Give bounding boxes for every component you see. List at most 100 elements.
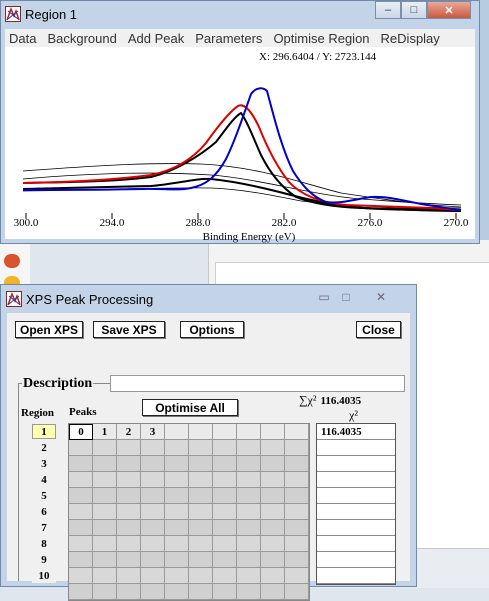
peak-cell[interactable] <box>141 568 165 584</box>
peak-cell[interactable] <box>237 584 261 600</box>
region-window-titlebar[interactable]: Region 1 – □ ✕ <box>1 1 479 29</box>
peak-cell[interactable] <box>213 504 237 520</box>
peak-cell[interactable] <box>261 440 285 456</box>
peak-cell[interactable] <box>189 568 213 584</box>
peak-cell[interactable] <box>237 472 261 488</box>
peak-cell[interactable] <box>117 520 141 536</box>
peak-cell[interactable] <box>237 568 261 584</box>
description-input[interactable] <box>110 375 405 392</box>
peak-header-1[interactable]: 1 <box>93 424 117 440</box>
maximize-button[interactable]: □ <box>401 1 427 19</box>
peak-cell[interactable] <box>93 456 117 472</box>
peak-header-4[interactable] <box>165 424 189 440</box>
peak-cell[interactable] <box>141 472 165 488</box>
peak-cell[interactable] <box>165 472 189 488</box>
region-button-6[interactable]: 6 <box>32 504 56 519</box>
peak-cell[interactable] <box>237 552 261 568</box>
peak-cell[interactable] <box>237 504 261 520</box>
minimize-button[interactable]: – <box>375 1 401 19</box>
peak-cell[interactable] <box>165 456 189 472</box>
save-xps-button[interactable]: Save XPS <box>93 321 165 338</box>
close-button[interactable]: ✕ <box>427 1 471 19</box>
close-button[interactable]: ✕ <box>357 288 405 306</box>
peak-cell[interactable] <box>261 504 285 520</box>
peak-header-5[interactable] <box>189 424 213 440</box>
region-button-3[interactable]: 3 <box>32 456 56 471</box>
peak-cell[interactable] <box>165 488 189 504</box>
peak-cell[interactable] <box>261 568 285 584</box>
peak-cell[interactable] <box>165 568 189 584</box>
peak-cell[interactable] <box>141 552 165 568</box>
peak-cell[interactable] <box>165 552 189 568</box>
peak-cell[interactable] <box>93 568 117 584</box>
peak-cell[interactable] <box>93 552 117 568</box>
maximize-button[interactable]: □ <box>335 288 357 306</box>
peak-cell[interactable] <box>117 456 141 472</box>
peak-cell[interactable] <box>285 440 309 456</box>
peak-header-8[interactable] <box>261 424 285 440</box>
peak-cell[interactable] <box>285 568 309 584</box>
peak-cell[interactable] <box>93 440 117 456</box>
peak-cell[interactable] <box>189 456 213 472</box>
peak-cell[interactable] <box>69 536 93 552</box>
peak-cell[interactable] <box>165 584 189 600</box>
peak-cell[interactable] <box>213 552 237 568</box>
menu-data[interactable]: Data <box>5 29 43 47</box>
peak-cell[interactable] <box>261 520 285 536</box>
peak-cell[interactable] <box>117 568 141 584</box>
peak-cell[interactable] <box>93 584 117 600</box>
region-button-9[interactable]: 9 <box>32 552 56 567</box>
peak-cell[interactable] <box>237 536 261 552</box>
peak-cell[interactable] <box>141 440 165 456</box>
peak-cell[interactable] <box>165 440 189 456</box>
peak-cell[interactable] <box>69 456 93 472</box>
peak-cell[interactable] <box>69 568 93 584</box>
peak-header-0[interactable]: 0 <box>69 424 93 440</box>
peak-cell[interactable] <box>285 536 309 552</box>
peak-cell[interactable] <box>213 456 237 472</box>
menu-parameters[interactable]: Parameters <box>191 29 269 47</box>
open-xps-button[interactable]: Open XPS <box>15 321 83 338</box>
region-button-7[interactable]: 7 <box>32 520 56 535</box>
peak-header-6[interactable] <box>213 424 237 440</box>
peak-cell[interactable] <box>213 568 237 584</box>
peak-cell[interactable] <box>165 504 189 520</box>
peak-header-7[interactable] <box>237 424 261 440</box>
peak-cell[interactable] <box>285 456 309 472</box>
peak-cell[interactable] <box>213 520 237 536</box>
peak-cell[interactable] <box>261 584 285 600</box>
peak-cell[interactable] <box>93 472 117 488</box>
peak-cell[interactable] <box>213 472 237 488</box>
peak-cell[interactable] <box>93 520 117 536</box>
peak-cell[interactable] <box>189 504 213 520</box>
peak-cell[interactable] <box>189 472 213 488</box>
peak-cell[interactable] <box>117 536 141 552</box>
spectrum-plot[interactable]: 300.0 294.0 288.0 282.0 276.0 270.0 Bind… <box>1 47 481 245</box>
menu-background[interactable]: Background <box>43 29 123 47</box>
peak-cell[interactable] <box>213 584 237 600</box>
peak-cell[interactable] <box>189 536 213 552</box>
peak-cell[interactable] <box>261 472 285 488</box>
peak-cell[interactable] <box>285 488 309 504</box>
peak-cell[interactable] <box>93 536 117 552</box>
peak-cell[interactable] <box>261 456 285 472</box>
peak-cell[interactable] <box>117 440 141 456</box>
peak-cell[interactable] <box>213 536 237 552</box>
menu-optimise-region[interactable]: Optimise Region <box>269 29 376 47</box>
peak-cell[interactable] <box>141 488 165 504</box>
peak-cell[interactable] <box>141 536 165 552</box>
optimise-all-button[interactable]: Optimise All <box>142 399 238 416</box>
peak-cell[interactable] <box>261 536 285 552</box>
region-button-5[interactable]: 5 <box>32 488 56 503</box>
options-button[interactable]: Options <box>180 321 244 338</box>
peak-cell[interactable] <box>117 552 141 568</box>
region-button-10[interactable]: 10 <box>32 568 56 583</box>
peak-cell[interactable] <box>69 552 93 568</box>
peak-cell[interactable] <box>69 488 93 504</box>
peak-cell[interactable] <box>117 584 141 600</box>
peak-cell[interactable] <box>189 440 213 456</box>
peak-cell[interactable] <box>237 520 261 536</box>
minimize-button[interactable]: ▭ <box>313 288 335 306</box>
peak-cell[interactable] <box>237 456 261 472</box>
peak-cell[interactable] <box>117 488 141 504</box>
